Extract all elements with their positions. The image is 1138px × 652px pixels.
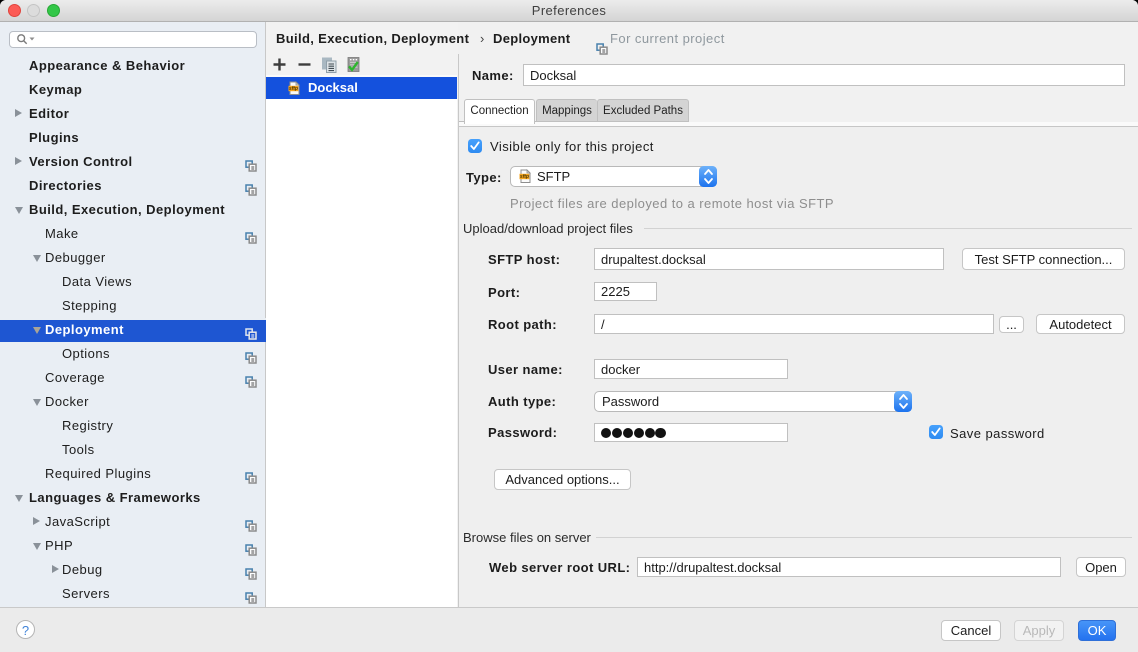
svg-text:sftp: sftp — [520, 174, 529, 180]
svg-text:sftp: sftp — [289, 86, 298, 92]
